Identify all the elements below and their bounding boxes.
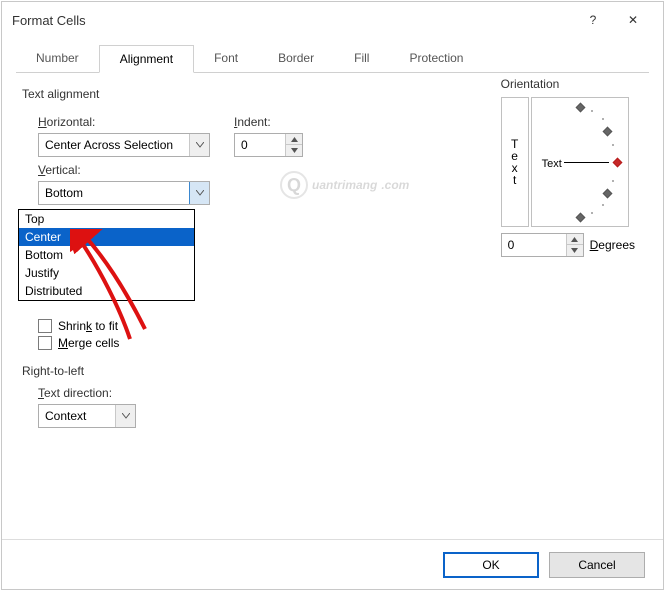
dialog-title: Format Cells bbox=[12, 13, 573, 28]
chevron-down-icon[interactable] bbox=[189, 134, 209, 156]
spinner-up-icon[interactable] bbox=[567, 234, 583, 245]
help-button[interactable]: ? bbox=[573, 5, 613, 35]
merge-label: Merge cells bbox=[58, 336, 119, 350]
rtl-section: Right-to-left bbox=[22, 364, 643, 378]
tab-border[interactable]: Border bbox=[258, 45, 334, 73]
tab-font[interactable]: Font bbox=[194, 45, 258, 73]
spinner-down-icon[interactable] bbox=[567, 245, 583, 256]
indent-label: Indent: bbox=[234, 115, 303, 129]
vertical-option-distributed[interactable]: Distributed bbox=[19, 282, 194, 300]
ok-button[interactable]: OK bbox=[443, 552, 539, 578]
tab-strip: Number Alignment Font Border Fill Protec… bbox=[16, 38, 649, 73]
close-button[interactable]: ✕ bbox=[613, 5, 653, 35]
indent-spinner[interactable] bbox=[234, 133, 303, 157]
merge-cells-row[interactable]: Merge cells bbox=[38, 336, 643, 350]
indent-input[interactable] bbox=[235, 134, 285, 156]
horizontal-combo[interactable]: Center Across Selection bbox=[38, 133, 210, 157]
orientation-line bbox=[564, 162, 609, 163]
vertical-option-justify[interactable]: Justify bbox=[19, 264, 194, 282]
spinner-up-icon[interactable] bbox=[286, 134, 302, 145]
chevron-down-icon[interactable] bbox=[189, 182, 209, 204]
shrink-label: Shrink to fit bbox=[58, 319, 118, 333]
vertical-option-bottom[interactable]: Bottom bbox=[19, 246, 194, 264]
text-direction-combo[interactable]: Context bbox=[38, 404, 136, 428]
orientation-vertical-box[interactable]: Text bbox=[501, 97, 529, 227]
vertical-value: Bottom bbox=[39, 186, 189, 200]
orientation-group: Orientation Text Text bbox=[501, 77, 635, 257]
degrees-label: Degrees bbox=[590, 238, 635, 252]
shrink-to-fit-row[interactable]: Shrink to fit bbox=[38, 319, 643, 333]
tab-number[interactable]: Number bbox=[16, 45, 99, 73]
tab-fill[interactable]: Fill bbox=[334, 45, 389, 73]
orientation-angle-box[interactable]: Text bbox=[531, 97, 629, 227]
chevron-down-icon[interactable] bbox=[115, 405, 135, 427]
tab-content: Text alignment Horizontal: Center Across… bbox=[2, 73, 663, 442]
cancel-button[interactable]: Cancel bbox=[549, 552, 645, 578]
tab-protection[interactable]: Protection bbox=[389, 45, 483, 73]
format-cells-dialog: Format Cells ? ✕ Number Alignment Font B… bbox=[1, 1, 664, 590]
vertical-label: Vertical: bbox=[38, 163, 210, 177]
vertical-combo[interactable]: Bottom bbox=[38, 181, 210, 205]
spinner-down-icon[interactable] bbox=[286, 145, 302, 156]
checkbox-icon[interactable] bbox=[38, 319, 52, 333]
checkbox-icon[interactable] bbox=[38, 336, 52, 350]
vertical-dropdown-list[interactable]: Top Center Bottom Justify Distributed bbox=[18, 209, 195, 301]
vertical-option-center[interactable]: Center bbox=[19, 228, 194, 246]
orientation-label: Orientation bbox=[501, 77, 635, 91]
tab-alignment[interactable]: Alignment bbox=[99, 45, 194, 73]
horizontal-value: Center Across Selection bbox=[39, 138, 189, 152]
titlebar: Format Cells ? ✕ bbox=[2, 2, 663, 38]
degrees-spinner[interactable] bbox=[501, 233, 584, 257]
vertical-option-top[interactable]: Top bbox=[19, 210, 194, 228]
text-direction-value: Context bbox=[39, 409, 115, 423]
horizontal-label: Horizontal: bbox=[38, 115, 210, 129]
dialog-footer: OK Cancel bbox=[2, 539, 663, 589]
orientation-text: Text bbox=[542, 158, 562, 170]
degrees-input[interactable] bbox=[502, 234, 566, 256]
text-direction-label: Text direction: bbox=[38, 386, 643, 400]
